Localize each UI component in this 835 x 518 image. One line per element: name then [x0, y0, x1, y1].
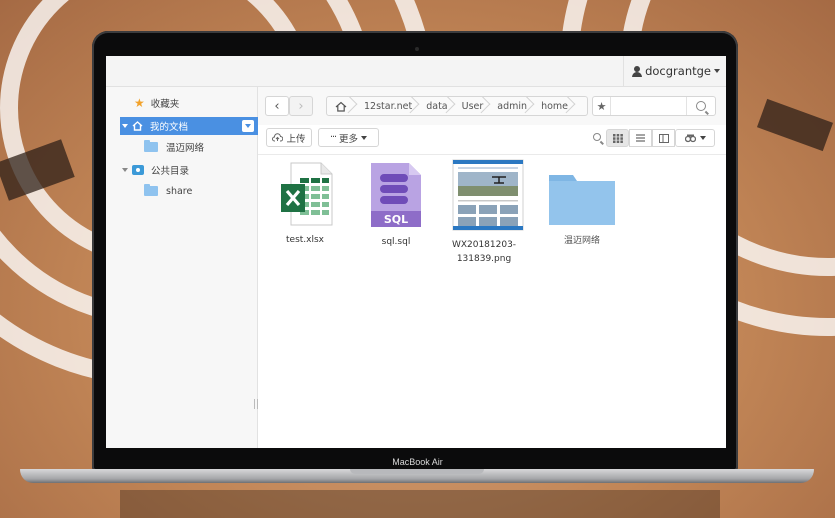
- file-name: WX20181203-131839.png: [451, 240, 517, 264]
- sidebar-item-label: 我的文档: [150, 122, 189, 133]
- folder-icon: [144, 184, 158, 196]
- settings-dropdown-button[interactable]: [675, 129, 715, 147]
- file-name: sql.sql: [381, 237, 411, 247]
- sidebar: ★ 收藏夹 我的文档 温迈网络 公共目录 share: [106, 87, 258, 448]
- main-panel: ‹ › 12star.net data User admin home ★ 上传…: [258, 87, 726, 448]
- file-name: test.xlsx: [286, 235, 324, 245]
- split-view-button[interactable]: [652, 129, 675, 147]
- more-label: 更多: [339, 133, 359, 145]
- svg-text:SQL: SQL: [384, 213, 408, 226]
- sidebar-item-label: 公共目录: [151, 166, 190, 177]
- laptop-notch: [350, 469, 484, 474]
- breadcrumb-item[interactable]: admin: [492, 97, 536, 115]
- chevron-down-icon: [714, 69, 720, 73]
- excel-file-icon: [281, 162, 333, 226]
- file-item[interactable]: SQL sql.sql: [356, 162, 436, 249]
- upload-label: 上传: [286, 133, 306, 145]
- expand-icon: [122, 168, 128, 172]
- top-bar: docgrantge: [106, 56, 726, 87]
- back-button[interactable]: ‹: [265, 96, 289, 116]
- camera: [415, 47, 419, 51]
- search-icon: [696, 101, 706, 111]
- upload-button[interactable]: 上传: [266, 128, 312, 147]
- expand-icon: [122, 124, 128, 128]
- folder-icon: [549, 175, 615, 225]
- sidebar-item-my-documents[interactable]: 我的文档: [120, 117, 258, 135]
- folder-icon: [144, 140, 158, 152]
- sql-file-icon: SQL: [371, 163, 421, 227]
- user-name: docgrantge: [645, 64, 711, 78]
- breadcrumb-item[interactable]: User: [457, 97, 493, 115]
- user-icon: [632, 65, 643, 77]
- grid-view-icon: [612, 133, 623, 143]
- home-icon: [335, 101, 347, 112]
- sidebar-item-public[interactable]: 公共目录: [106, 161, 273, 179]
- more-button[interactable]: ··· 更多: [318, 128, 379, 147]
- more-icon: ···: [329, 132, 337, 143]
- zoom-magnifier: [593, 133, 601, 141]
- chevron-down-icon: [699, 136, 706, 140]
- device-label: MacBook Air: [392, 457, 443, 467]
- list-view-button[interactable]: [629, 129, 652, 147]
- breadcrumb-item[interactable]: 12star.net: [359, 97, 421, 115]
- background-shadow: [120, 490, 720, 518]
- settings-icon: [684, 134, 696, 142]
- search-box: ★: [592, 96, 716, 116]
- file-item[interactable]: WX20181203-131839.png: [448, 159, 528, 266]
- breadcrumb: 12star.net data User admin home: [326, 96, 588, 116]
- user-menu[interactable]: docgrantge: [623, 56, 726, 86]
- chevron-down-icon: [245, 124, 251, 128]
- search-button[interactable]: [686, 97, 715, 115]
- file-item[interactable]: 温迈网络: [542, 169, 622, 248]
- favorite-star-button[interactable]: ★: [593, 97, 611, 115]
- home-icon: [132, 121, 143, 131]
- breadcrumb-item[interactable]: data: [421, 97, 456, 115]
- chevron-right-icon: ›: [298, 98, 304, 114]
- list-view-icon: [636, 134, 645, 142]
- sidebar-item-label: 收藏夹: [150, 99, 180, 110]
- sidebar-item-dropdown[interactable]: [242, 120, 254, 132]
- chevron-left-icon: ‹: [274, 98, 280, 114]
- zoom-icon[interactable]: [593, 133, 601, 141]
- cloud-upload-icon: [272, 133, 284, 142]
- forward-button[interactable]: ›: [289, 96, 313, 116]
- sidebar-item-label: share: [166, 185, 193, 197]
- breadcrumb-item[interactable]: home: [536, 97, 577, 115]
- image-thumbnail: [452, 159, 524, 231]
- split-view-icon: [658, 133, 669, 143]
- file-name: 温迈网络: [563, 236, 600, 246]
- toolbar: 上传 ··· 更多: [258, 125, 726, 155]
- grid-view-button[interactable]: [606, 129, 629, 147]
- search-input[interactable]: [613, 99, 689, 115]
- breadcrumb-home[interactable]: [327, 97, 359, 115]
- sidebar-item-label: 温迈网络: [166, 143, 205, 154]
- public-folder-icon: [132, 165, 144, 175]
- navigation-bar: ‹ › 12star.net data User admin home ★: [258, 87, 726, 125]
- star-icon: ★: [134, 96, 145, 110]
- screen: docgrantge ★ 收藏夹 我的文档 温迈网络 公共目录 share ‹ …: [106, 56, 726, 448]
- chevron-down-icon: [361, 135, 368, 140]
- file-item[interactable]: test.xlsx: [265, 162, 345, 247]
